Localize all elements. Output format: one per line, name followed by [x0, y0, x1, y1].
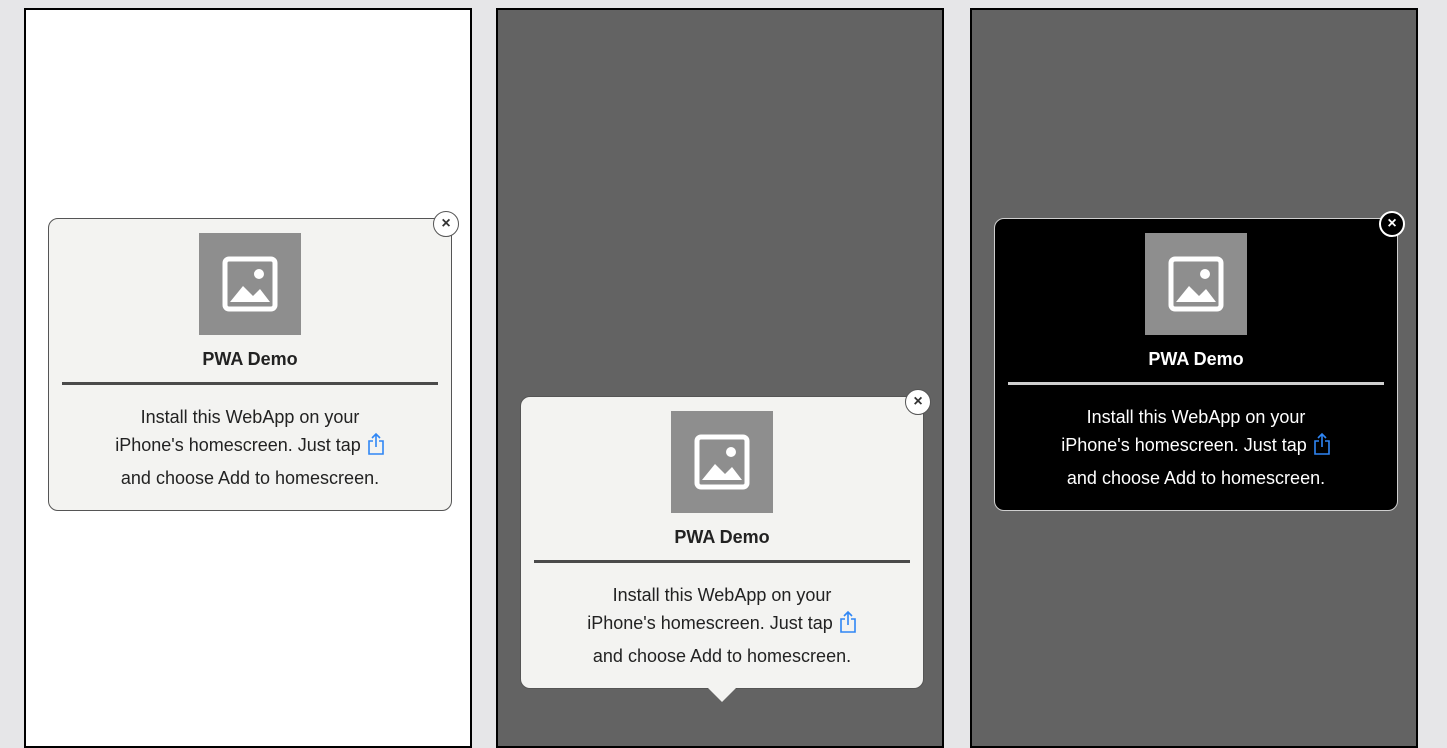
install-popup: × PWA Demo Install this WebApp on your i… [520, 389, 931, 702]
install-message: Install this WebApp on your iPhone's hom… [63, 403, 437, 492]
install-message: Install this WebApp on your iPhone's hom… [535, 581, 909, 670]
close-icon: × [1387, 215, 1397, 232]
divider [1008, 382, 1384, 385]
message-line-2-text: iPhone's homescreen. Just tap [115, 435, 361, 455]
app-icon [1145, 233, 1247, 335]
app-icon [671, 411, 773, 513]
message-line-3: and choose Add to homescreen. [120, 468, 380, 488]
message-line-2-text: iPhone's homescreen. Just tap [1061, 435, 1307, 455]
close-button[interactable]: × [1379, 211, 1405, 237]
share-icon [1313, 432, 1331, 464]
image-placeholder-icon [222, 256, 278, 312]
close-button[interactable]: × [433, 211, 459, 237]
message-line-2-text: iPhone's homescreen. Just tap [587, 613, 833, 633]
app-name: PWA Demo [674, 527, 770, 547]
app-name: PWA Demo [202, 349, 298, 369]
popup-pointer-tail [708, 688, 736, 702]
app-icon [199, 233, 301, 335]
message-line-3: and choose Add to homescreen. [1066, 468, 1326, 488]
phone-screen-dark: × PWA Demo Install this WebApp on your i… [970, 8, 1418, 748]
install-popup: × PWA Demo Install this WebApp on your i… [994, 211, 1405, 511]
share-icon [839, 610, 857, 642]
phone-screen-light: × PWA Demo Install this WebApp on your i… [24, 8, 472, 748]
message-line-1: Install this WebApp on your [1086, 407, 1306, 427]
phone-screen-bottom: × PWA Demo Install this WebApp on your i… [496, 8, 944, 748]
image-placeholder-icon [694, 434, 750, 490]
message-line-2: iPhone's homescreen. Just tap [535, 609, 909, 642]
divider [534, 560, 910, 563]
close-icon: × [913, 393, 923, 410]
message-line-2: iPhone's homescreen. Just tap [1009, 431, 1383, 464]
close-button[interactable]: × [905, 389, 931, 415]
message-line-1: Install this WebApp on your [140, 407, 360, 427]
install-message: Install this WebApp on your iPhone's hom… [1009, 403, 1383, 492]
divider [62, 382, 438, 385]
app-name: PWA Demo [1148, 349, 1244, 369]
message-line-3: and choose Add to homescreen. [592, 646, 852, 666]
message-line-2: iPhone's homescreen. Just tap [63, 431, 437, 464]
message-line-1: Install this WebApp on your [612, 585, 832, 605]
close-icon: × [441, 215, 451, 232]
image-placeholder-icon [1168, 256, 1224, 312]
install-popup: × PWA Demo Install this WebApp on your i… [48, 211, 459, 511]
share-icon [367, 432, 385, 464]
